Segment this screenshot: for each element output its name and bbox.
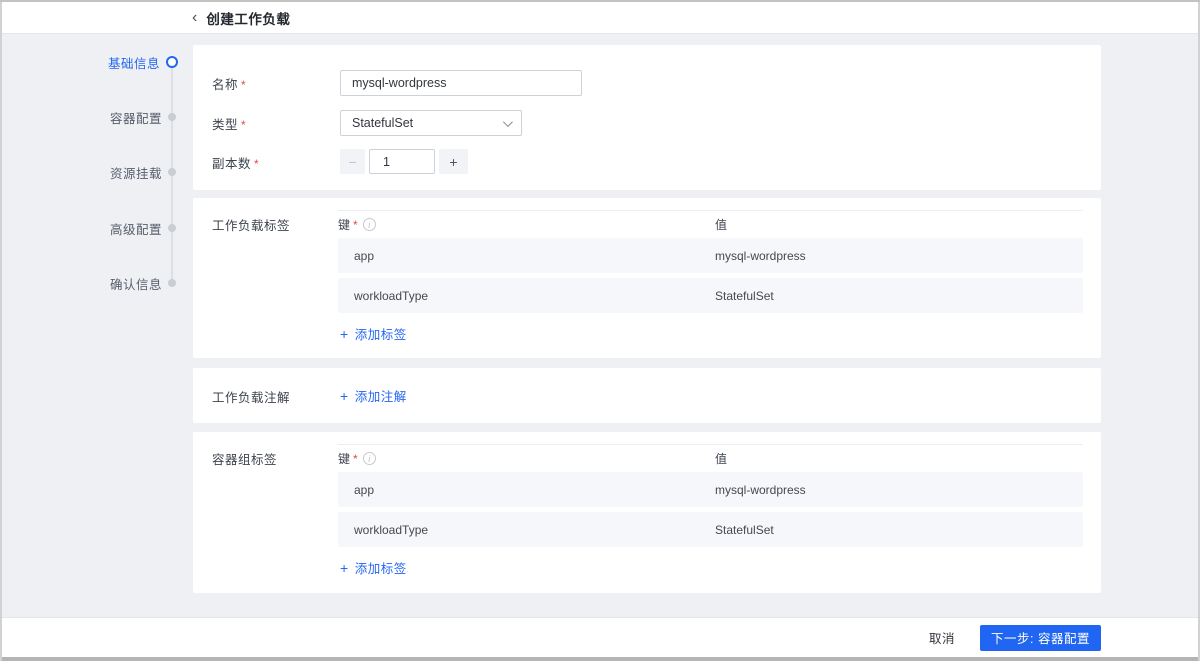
step-resource-mount[interactable]: 资源挂载 [0,163,185,181]
value-column-header: 值 [715,216,1083,233]
required-asterisk: * [254,157,259,171]
required-asterisk: * [353,452,358,466]
cancel-button[interactable]: 取消 [929,628,955,647]
label-key: app [338,249,715,263]
name-label: 名称* [212,74,246,93]
add-pod-label-link[interactable]: + 添加标签 [340,558,407,577]
footer-bar: 取消 下一步: 容器配置 [2,617,1198,657]
pod-labels-section-label: 容器组标签 [212,449,277,468]
required-asterisk: * [353,218,358,232]
key-column-header: 键 [338,450,350,467]
table-row: workloadType StatefulSet [338,512,1083,547]
step-navigation: 基础信息 容器配置 资源挂载 高级配置 确认信息 [0,34,185,314]
step-label: 基础信息 [108,53,160,72]
step-label: 资源挂载 [110,163,162,182]
required-asterisk: * [241,118,246,132]
table-header: 键 * i 值 [338,211,1083,238]
step-dot-icon [168,279,176,287]
value-column-header: 值 [715,450,1083,467]
table-row: workloadType StatefulSet [338,278,1083,313]
workload-labels-section-label: 工作负载标签 [212,215,290,234]
label-value: mysql-wordpress [715,249,1083,263]
top-bar: ‹ 创建工作负载 [2,2,1198,34]
table-header: 键 * i 值 [338,445,1083,472]
back-icon[interactable]: ‹ [188,8,201,28]
table-row: app mysql-wordpress [338,238,1083,273]
step-confirm-info[interactable]: 确认信息 [0,274,185,292]
label-key: workloadType [338,523,715,537]
label-key: app [338,483,715,497]
workload-labels-table: 键 * i 值 app mysql-wordpress workloadType… [338,210,1083,318]
step-active-dot-icon [166,56,178,68]
workload-annotations-section-label: 工作负载注解 [212,387,290,406]
plus-icon: + [340,389,349,403]
replicas-input[interactable] [369,149,435,174]
info-icon[interactable]: i [363,452,376,465]
plus-icon: + [340,561,349,575]
create-workload-page: ‹ 创建工作负载 基础信息 容器配置 资源挂载 高级配置 确认信息 [0,0,1200,661]
add-annotation-link[interactable]: + 添加注解 [340,386,407,405]
step-dot-icon [168,168,176,176]
table-row: app mysql-wordpress [338,472,1083,507]
replicas-stepper: − + [340,149,468,174]
step-label: 容器配置 [110,108,162,127]
type-label: 类型* [212,114,246,133]
step-label: 确认信息 [110,274,162,293]
plus-icon: + [340,327,349,341]
form-area: 名称* 类型* StatefulSet 副本数* − + 工作负载标签 [193,34,1101,593]
step-container-config[interactable]: 容器配置 [0,108,185,126]
workload-labels-card: 工作负载标签 键 * i 值 app mysql-wordpress workl… [193,198,1101,358]
required-asterisk: * [241,78,246,92]
step-dot-icon [168,113,176,121]
name-input[interactable] [340,70,582,96]
add-workload-label-link[interactable]: + 添加标签 [340,324,407,343]
label-key: workloadType [338,289,715,303]
replicas-label: 副本数* [212,153,259,172]
step-dot-icon [168,224,176,232]
info-icon[interactable]: i [363,218,376,231]
page-title: 创建工作负载 [206,8,290,28]
label-value: mysql-wordpress [715,483,1083,497]
step-advanced-config[interactable]: 高级配置 [0,219,185,237]
chevron-down-icon [503,117,513,127]
next-step-button[interactable]: 下一步: 容器配置 [980,625,1101,651]
increment-button[interactable]: + [439,149,468,174]
type-select[interactable]: StatefulSet [340,110,522,136]
pod-labels-card: 容器组标签 键 * i 值 app mysql-wordpress worklo… [193,432,1101,593]
step-basic-info[interactable]: 基础信息 [0,53,185,71]
workload-annotations-card: 工作负载注解 + 添加注解 [193,368,1101,423]
pod-labels-table: 键 * i 值 app mysql-wordpress workloadType… [338,444,1083,552]
key-column-header: 键 [338,216,350,233]
type-select-value: StatefulSet [352,116,413,130]
step-label: 高级配置 [110,219,162,238]
label-value: StatefulSet [715,289,1083,303]
basic-info-card: 名称* 类型* StatefulSet 副本数* − + [193,45,1101,190]
label-value: StatefulSet [715,523,1083,537]
decrement-button[interactable]: − [340,149,365,174]
